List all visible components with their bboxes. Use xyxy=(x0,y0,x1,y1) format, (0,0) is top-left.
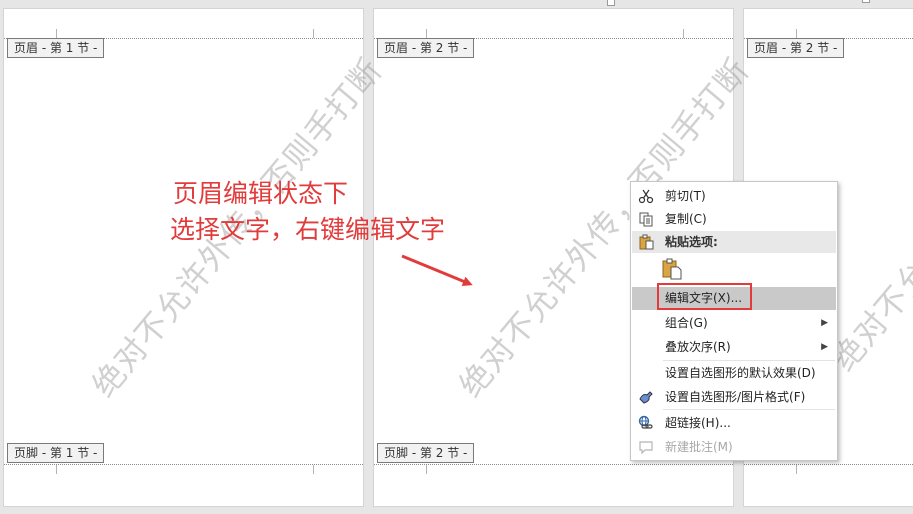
submenu-arrow-icon: ▶ xyxy=(821,318,828,328)
menu-item-label: 设置自选图形的默认效果(D) xyxy=(665,366,816,380)
header-section-tag: 页眉 - 第 2 节 - xyxy=(747,38,845,58)
menu-item-set-default-effect[interactable]: 设置自选图形的默认效果(D) xyxy=(632,362,836,384)
paste-keep-format-icon[interactable] xyxy=(661,258,683,280)
menu-item-copy[interactable]: 复制(C) xyxy=(632,208,836,230)
menu-item-label: 叠放次序(R) xyxy=(665,340,731,354)
menu-section-label: 粘贴选项: xyxy=(665,235,718,249)
format-paint-icon xyxy=(639,391,653,404)
ruler-marker[interactable] xyxy=(607,0,615,6)
footer-section-tag: 页脚 - 第 2 节 - xyxy=(377,443,475,463)
footer-section-tag: 页脚 - 第 1 节 - xyxy=(7,443,105,463)
menu-separator xyxy=(663,360,835,361)
submenu-arrow-icon: ▶ xyxy=(821,342,828,352)
context-menu[interactable]: 剪切(T) 复制(C) 粘贴选项: 编辑文字(X)... 组合(G) ▶ 叠放次… xyxy=(630,181,838,461)
annotation-highlight-box xyxy=(657,283,752,310)
menu-item-label: 剪切(T) xyxy=(665,189,706,203)
crop-mark xyxy=(796,29,797,38)
header-section-tag: 页眉 - 第 2 节 - xyxy=(377,38,475,58)
comment-icon xyxy=(639,441,653,455)
annotation-line-1: 页眉编辑状态下 xyxy=(173,179,349,208)
document-page-1[interactable]: 页眉 - 第 1 节 - 页脚 - 第 1 节 - xyxy=(3,8,364,507)
hyperlink-icon xyxy=(638,415,653,429)
menu-item-label: 组合(G) xyxy=(665,316,708,330)
clipboard-icon xyxy=(639,234,654,250)
crop-mark xyxy=(313,465,314,474)
menu-item-label: 超链接(H)... xyxy=(665,416,731,430)
annotation-line-2: 选择文字，右键编辑文字 xyxy=(170,215,446,244)
menu-separator xyxy=(663,409,835,410)
menu-item-label: 复制(C) xyxy=(665,212,707,226)
crop-mark xyxy=(56,465,57,474)
crop-mark xyxy=(683,29,684,38)
footer-divider xyxy=(4,464,363,465)
ruler-marker[interactable] xyxy=(862,0,870,3)
menu-item-label: 设置自选图形/图片格式(F) xyxy=(665,390,806,404)
footer-divider xyxy=(744,464,913,465)
menu-item-hyperlink[interactable]: 超链接(H)... xyxy=(632,412,836,434)
crop-mark xyxy=(56,29,57,38)
menu-item-label: 新建批注(M) xyxy=(665,440,733,454)
footer-divider xyxy=(374,464,733,465)
scissors-icon xyxy=(638,189,654,204)
crop-mark xyxy=(426,465,427,474)
crop-mark xyxy=(313,29,314,38)
menu-section-paste-options: 粘贴选项: xyxy=(632,231,836,253)
header-section-tag: 页眉 - 第 1 节 - xyxy=(7,38,105,58)
menu-item-group[interactable]: 组合(G) ▶ xyxy=(632,312,836,334)
menu-item-format-shape[interactable]: 设置自选图形/图片格式(F) xyxy=(632,386,836,408)
menu-item-new-comment: 新建批注(M) xyxy=(632,436,836,458)
copy-icon xyxy=(639,212,653,227)
crop-mark xyxy=(796,465,797,474)
menu-item-cut[interactable]: 剪切(T) xyxy=(632,185,836,207)
crop-mark xyxy=(426,29,427,38)
menu-item-order[interactable]: 叠放次序(R) ▶ xyxy=(632,336,836,358)
